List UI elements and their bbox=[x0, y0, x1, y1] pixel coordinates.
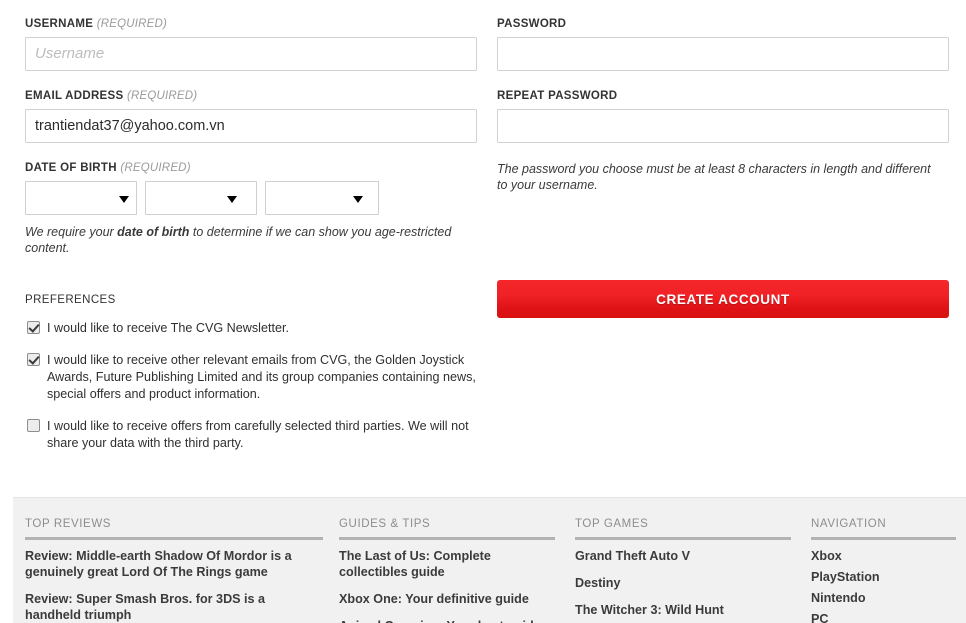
chevron-down-icon bbox=[227, 196, 237, 203]
footer-columns: TOP REVIEWS Review: Middle-earth Shadow … bbox=[13, 498, 966, 623]
footer-link[interactable]: The Last of Us: Complete collectibles gu… bbox=[339, 548, 555, 580]
footer-heading-top-games: TOP GAMES bbox=[575, 518, 791, 540]
password-requirements-note: The password you choose must be at least… bbox=[497, 162, 931, 192]
dob-day-value bbox=[26, 182, 136, 208]
preference-row[interactable]: I would like to receive offers from care… bbox=[25, 418, 477, 452]
submit-area: CREATE ACCOUNT bbox=[497, 280, 949, 318]
footer-link-list: Xbox PlayStation Nintendo PC bbox=[811, 548, 956, 623]
repeat-password-field-block: REPEAT PASSWORD bbox=[497, 89, 949, 143]
username-field-block: USERNAME (REQUIRED) bbox=[25, 17, 477, 71]
footer-heading-guides-tips: GUIDES & TIPS bbox=[339, 518, 555, 540]
footer-link-list: Grand Theft Auto V Destiny The Witcher 3… bbox=[575, 548, 791, 618]
dob-helper-bold: date of birth bbox=[117, 225, 190, 239]
preferences-title: PREFERENCES bbox=[25, 294, 116, 306]
footer-link[interactable]: Destiny bbox=[575, 575, 791, 591]
third-party-offers-checkbox[interactable] bbox=[27, 419, 40, 432]
registration-page: USERNAME (REQUIRED) EMAIL ADDRESS (REQUI… bbox=[0, 0, 966, 623]
footer-link[interactable]: Nintendo bbox=[811, 590, 956, 606]
username-label: USERNAME (REQUIRED) bbox=[25, 17, 477, 31]
newsletter-checkbox[interactable] bbox=[27, 321, 40, 334]
footer-link[interactable]: Animal Crossing: Your best guide to the … bbox=[339, 618, 555, 623]
footer-link-list: Review: Middle-earth Shadow Of Mordor is… bbox=[25, 548, 323, 623]
footer-link[interactable]: Review: Super Smash Bros. for 3DS is a h… bbox=[25, 591, 323, 623]
footer-link[interactable]: PlayStation bbox=[811, 569, 956, 585]
footer-column-top-reviews: TOP REVIEWS Review: Middle-earth Shadow … bbox=[25, 518, 323, 623]
username-required-note: (REQUIRED) bbox=[96, 18, 168, 30]
footer-link[interactable]: Review: Middle-earth Shadow Of Mordor is… bbox=[25, 548, 323, 580]
chevron-down-icon bbox=[119, 196, 129, 203]
registration-form: USERNAME (REQUIRED) EMAIL ADDRESS (REQUI… bbox=[0, 0, 966, 497]
repeat-password-label: REPEAT PASSWORD bbox=[497, 90, 618, 102]
create-account-button[interactable]: CREATE ACCOUNT bbox=[497, 280, 949, 318]
dob-year-value bbox=[266, 182, 378, 208]
password-field-block: PASSWORD bbox=[497, 17, 949, 71]
footer-column-navigation: NAVIGATION Xbox PlayStation Nintendo PC bbox=[811, 518, 956, 623]
email-required-note: (REQUIRED) bbox=[126, 90, 198, 102]
username-input[interactable] bbox=[25, 37, 477, 71]
footer-link[interactable]: The Witcher 3: Wild Hunt bbox=[575, 602, 791, 618]
footer-link[interactable]: Grand Theft Auto V bbox=[575, 548, 791, 564]
email-label: EMAIL ADDRESS (REQUIRED) bbox=[25, 89, 477, 103]
dob-month-select[interactable] bbox=[145, 181, 257, 215]
dob-helper-text: We require your date of birth to determi… bbox=[25, 224, 477, 256]
dob-day-select[interactable] bbox=[25, 181, 137, 215]
chevron-down-icon bbox=[353, 196, 363, 203]
email-label-text: EMAIL ADDRESS bbox=[25, 90, 124, 102]
footer-heading-navigation: NAVIGATION bbox=[811, 518, 956, 540]
dob-year-select[interactable] bbox=[265, 181, 379, 215]
footer-link[interactable]: Xbox One: Your definitive guide bbox=[339, 591, 555, 607]
footer-link-list: The Last of Us: Complete collectibles gu… bbox=[339, 548, 555, 623]
footer-heading-top-reviews: TOP REVIEWS bbox=[25, 518, 323, 540]
dob-required-note: (REQUIRED) bbox=[120, 162, 191, 174]
password-input[interactable] bbox=[497, 37, 949, 71]
footer-link[interactable]: PC bbox=[811, 611, 956, 623]
dob-label: DATE OF BIRTH (REQUIRED) bbox=[25, 161, 477, 175]
username-label-text: USERNAME bbox=[25, 18, 94, 30]
password-label: PASSWORD bbox=[497, 18, 567, 30]
footer-column-guides-tips: GUIDES & TIPS The Last of Us: Complete c… bbox=[339, 518, 555, 623]
preference-label: I would like to receive other relevant e… bbox=[47, 353, 476, 401]
footer-column-top-games: TOP GAMES Grand Theft Auto V Destiny The… bbox=[575, 518, 791, 623]
email-field-block: EMAIL ADDRESS (REQUIRED) bbox=[25, 89, 477, 143]
form-left-column: USERNAME (REQUIRED) EMAIL ADDRESS (REQUI… bbox=[25, 17, 477, 467]
repeat-password-input[interactable] bbox=[497, 109, 949, 143]
preference-row[interactable]: I would like to receive other relevant e… bbox=[25, 352, 477, 403]
preference-label: I would like to receive offers from care… bbox=[47, 419, 469, 450]
partner-emails-checkbox[interactable] bbox=[27, 353, 40, 366]
site-footer: TOP REVIEWS Review: Middle-earth Shadow … bbox=[13, 497, 966, 623]
dob-label-text: DATE OF BIRTH bbox=[25, 162, 117, 174]
dob-field-block: DATE OF BIRTH (REQUIRED) We require your… bbox=[25, 161, 477, 256]
preferences-section: PREFERENCES I would like to receive The … bbox=[25, 294, 477, 452]
email-input[interactable] bbox=[25, 109, 477, 143]
dob-select-row bbox=[25, 181, 477, 215]
dob-helper-prefix: We require your bbox=[25, 225, 118, 239]
preference-label: I would like to receive The CVG Newslett… bbox=[47, 321, 289, 335]
form-right-column: PASSWORD REPEAT PASSWORD The password yo… bbox=[497, 17, 949, 193]
preference-row[interactable]: I would like to receive The CVG Newslett… bbox=[25, 320, 477, 337]
footer-link[interactable]: Xbox bbox=[811, 548, 956, 564]
dob-month-value bbox=[146, 182, 256, 208]
